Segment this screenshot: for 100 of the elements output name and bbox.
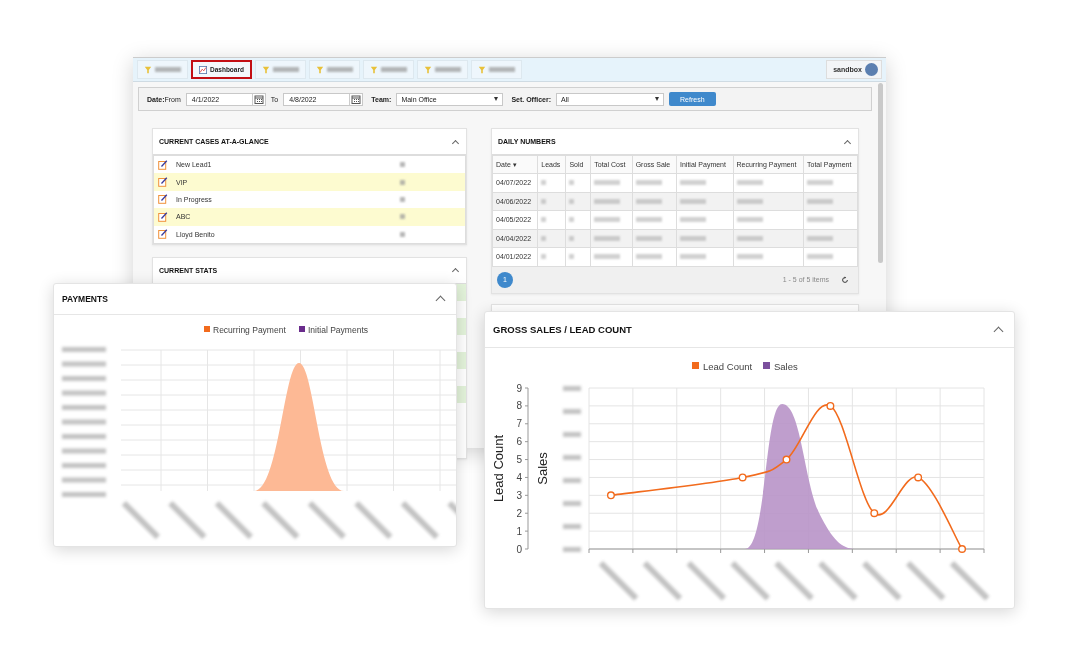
card-title: PAYMENTS: [62, 294, 108, 304]
blurred-label: [62, 492, 106, 497]
blurred-label: [563, 524, 581, 529]
blurred-value: [680, 180, 707, 186]
blurred-value: [736, 180, 763, 186]
blurred-value: [807, 254, 834, 260]
tick-label: 4: [516, 471, 522, 483]
tick-label: 6: [516, 436, 522, 448]
refresh-icon[interactable]: [841, 275, 849, 284]
blurred-label: [62, 419, 106, 425]
tick-label: 9: [516, 382, 522, 394]
card-title: GROSS SALES / LEAD COUNT: [493, 324, 632, 335]
data-point: [870, 509, 879, 518]
edit-icon: [158, 177, 168, 188]
blurred-value: [541, 235, 547, 241]
blurred-label: [488, 67, 515, 72]
tick-label: 1: [516, 525, 522, 537]
tick-label: 7: [516, 418, 522, 430]
blurred-label: [326, 67, 353, 72]
blurred-label: [62, 347, 106, 352]
blurred-label: [62, 477, 106, 483]
tab[interactable]: [308, 60, 360, 79]
tab-icon: [315, 65, 324, 74]
data-point: [826, 401, 835, 410]
blurred-value: [594, 235, 621, 241]
blurred-label: [380, 67, 407, 72]
blurred-label: [155, 67, 181, 72]
blurred-value: [594, 254, 621, 260]
blurred-label: [62, 390, 106, 396]
edit-icon: [158, 229, 168, 240]
data-point: [738, 473, 747, 482]
tab-icon: [144, 65, 152, 74]
tab[interactable]: [416, 60, 468, 79]
blurred-value: [635, 217, 662, 223]
legend-label: Sales: [774, 360, 798, 372]
blurred-value: [807, 198, 834, 204]
blurred-label: [62, 361, 106, 367]
blurred-value: [400, 214, 405, 220]
blurred-label: [563, 455, 581, 460]
axis-label: Lead Count: [491, 434, 506, 503]
tick-label: 2: [516, 507, 522, 519]
blurred-value: [736, 198, 763, 204]
tab[interactable]: [137, 60, 188, 79]
blurred-value: [635, 254, 662, 260]
blurred-value: [807, 235, 834, 241]
blurred-label: [62, 463, 106, 468]
blurred-value: [807, 180, 834, 186]
blurred-value: [680, 198, 707, 204]
avatar-icon: [865, 63, 878, 76]
blurred-value: [541, 254, 547, 260]
edit-icon: [158, 159, 168, 170]
blurred-value: [680, 217, 707, 223]
blurred-value: [594, 217, 621, 223]
blurred-label: [563, 409, 581, 414]
blurred-value: [594, 198, 621, 204]
blurred-value: [541, 217, 547, 223]
blurred-label: [434, 67, 461, 72]
tab-icon: [369, 65, 378, 74]
blurred-value: [569, 198, 575, 204]
blurred-value: [680, 254, 707, 260]
axis-label: Sales: [535, 452, 550, 485]
data-point: [606, 491, 615, 500]
blurred-value: [569, 217, 575, 223]
blurred-value: [569, 254, 575, 260]
blurred-value: [594, 180, 621, 186]
scrollbar[interactable]: [878, 83, 883, 263]
blurred-value: [680, 235, 707, 241]
tab[interactable]: [254, 60, 306, 79]
blurred-value: [635, 180, 662, 186]
tab-icon: [477, 65, 486, 74]
chart-icon: [199, 65, 207, 74]
blurred-label: [62, 376, 106, 381]
blurred-label: [563, 478, 581, 483]
blurred-value: [736, 254, 763, 260]
caret-icon: [655, 97, 660, 101]
blurred-label: [563, 547, 581, 552]
blurred-label: [272, 67, 299, 72]
legend-label: Recurring Payment: [213, 324, 286, 335]
blurred-value: [569, 235, 575, 241]
blurred-value: [736, 235, 763, 241]
blurred-label: [563, 432, 581, 437]
data-point: [914, 473, 923, 482]
tick-label: 3: [516, 489, 522, 501]
blurred-value: [635, 198, 662, 204]
legend-label: Initial Payments: [308, 324, 368, 335]
tab-icon: [423, 65, 432, 74]
blurred-value: [541, 198, 547, 204]
tab[interactable]: [470, 60, 522, 79]
blurred-label: [563, 501, 581, 506]
blurred-label: [563, 386, 581, 391]
blurred-value: [569, 180, 575, 186]
blurred-value: [400, 179, 405, 185]
blurred-label: [62, 434, 106, 439]
tab[interactable]: [362, 60, 414, 79]
blurred-value: [635, 235, 662, 241]
blurred-value: [736, 217, 763, 223]
edit-icon: [158, 211, 168, 222]
calendar-icon: [251, 93, 265, 105]
caret-icon: [494, 97, 499, 101]
blurred-value: [400, 231, 405, 237]
